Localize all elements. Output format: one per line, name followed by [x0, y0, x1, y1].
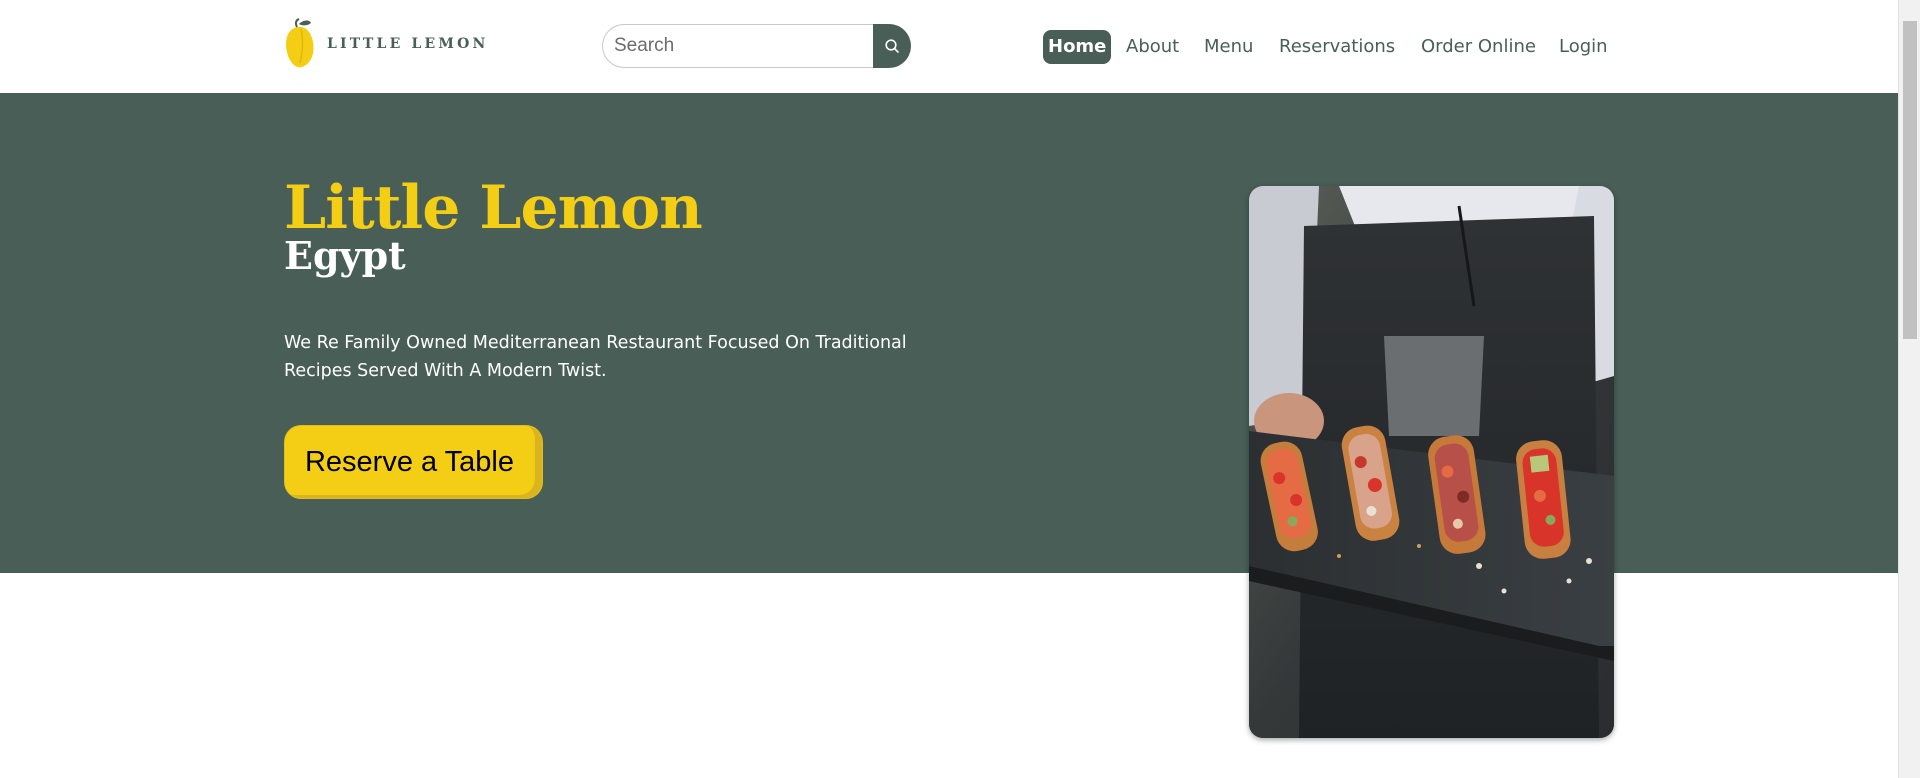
nav-item-menu[interactable]: Menu: [1204, 30, 1253, 64]
hero-subtitle: Egypt: [284, 233, 406, 278]
page: LITTLE LEMON Home About Menu Reservation…: [0, 0, 1920, 778]
main-nav: Home About Menu Reservations Order Onlin…: [0, 30, 1898, 64]
hero-image: [1249, 186, 1614, 738]
scrollbar-thumb[interactable]: [1903, 21, 1917, 339]
reserve-table-button[interactable]: Reserve a Table: [285, 426, 542, 498]
nav-item-home[interactable]: Home: [1043, 30, 1112, 64]
nav-item-about[interactable]: About: [1126, 30, 1179, 64]
nav-item-order-online[interactable]: Order Online: [1421, 30, 1536, 64]
page-scrollbar[interactable]: [1898, 0, 1920, 778]
nav-item-login[interactable]: Login: [1559, 30, 1608, 64]
nav-item-reservations[interactable]: Reservations: [1279, 30, 1395, 64]
hero-description: We Re Family Owned Mediterranean Restaur…: [284, 333, 907, 381]
site-header: LITTLE LEMON Home About Menu Reservation…: [0, 0, 1898, 93]
